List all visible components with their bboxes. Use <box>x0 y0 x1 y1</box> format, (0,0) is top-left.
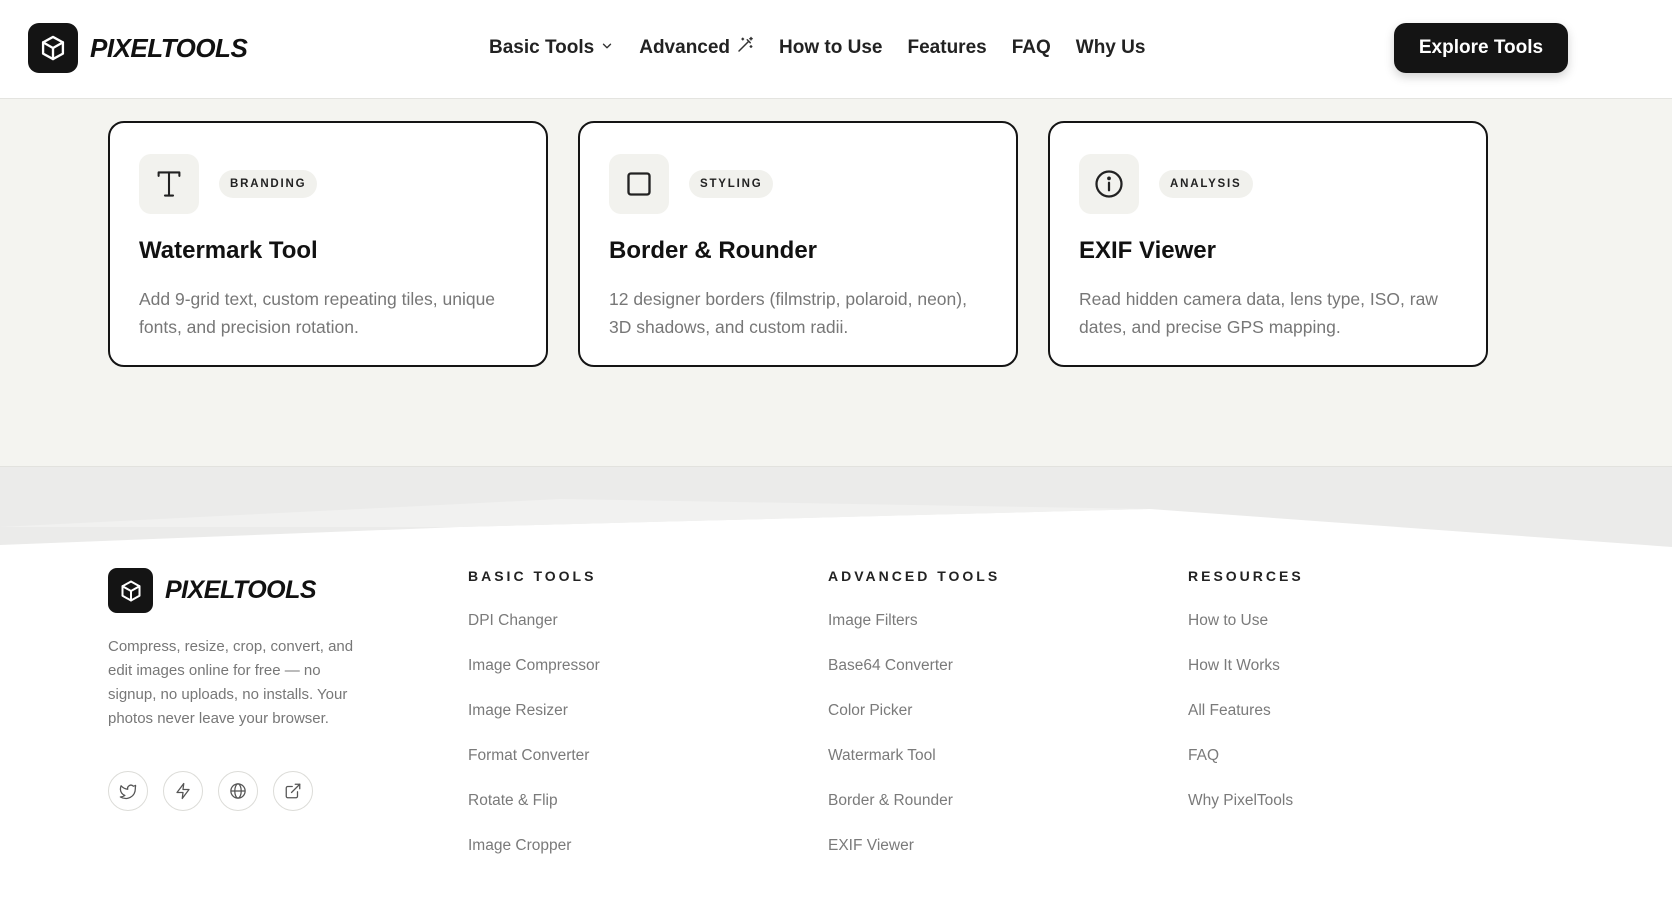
category-badge: ANALYSIS <box>1159 170 1253 198</box>
nav-basic-tools[interactable]: Basic Tools <box>489 37 614 59</box>
nav-advanced-label: Advanced <box>639 37 731 58</box>
main-nav: Basic Tools Advanced How to Use Features… <box>489 36 1170 60</box>
brand-logo[interactable]: PIXELTOOLS <box>28 23 248 73</box>
nav-advanced[interactable]: Advanced <box>639 36 754 60</box>
info-icon <box>1079 154 1139 214</box>
chevron-down-icon <box>600 37 614 59</box>
magic-wand-icon <box>736 36 754 60</box>
footer-link[interactable]: How to Use <box>1188 612 1304 657</box>
footer-logo[interactable]: PIXELTOOLS <box>108 568 368 613</box>
site-header: PIXELTOOLS Basic Tools Advanced How to U… <box>0 0 1672 99</box>
category-badge: STYLING <box>689 170 774 198</box>
footer-brand: PIXELTOOLS Compress, resize, crop, conve… <box>108 568 368 811</box>
explore-tools-button[interactable]: Explore Tools <box>1394 23 1568 73</box>
nav-why-us[interactable]: Why Us <box>1076 37 1146 59</box>
card-description: Read hidden camera data, lens type, ISO,… <box>1079 289 1438 337</box>
footer-link[interactable]: Border & Rounder <box>828 792 1000 837</box>
square-icon <box>609 154 669 214</box>
lightning-icon[interactable] <box>163 771 203 811</box>
card-description: 12 designer borders (filmstrip, polaroid… <box>609 289 967 337</box>
footer-brand-name: PIXELTOOLS <box>165 576 317 604</box>
tool-card-watermark[interactable]: BRANDING Watermark Tool Add 9-grid text,… <box>108 121 548 367</box>
footer-wave-divider <box>0 467 1672 547</box>
footer-link[interactable]: Why PixelTools <box>1188 792 1304 837</box>
footer-link[interactable]: Image Filters <box>828 612 1000 657</box>
footer-col-heading: ADVANCED TOOLS <box>828 568 1001 584</box>
footer-link[interactable]: Color Picker <box>828 702 1000 747</box>
footer-col-resources: RESOURCES How to Use How It Works All Fe… <box>1188 568 1304 837</box>
card-description: Add 9-grid text, custom repeating tiles,… <box>139 289 496 337</box>
footer-link[interactable]: Image Cropper <box>468 837 600 882</box>
nav-basic-tools-label: Basic Tools <box>489 37 595 58</box>
text-t-icon <box>139 154 199 214</box>
footer-tagline: Compress, resize, crop, convert, and edi… <box>108 638 354 727</box>
cube-icon <box>108 568 153 613</box>
footer-link[interactable]: All Features <box>1188 702 1304 747</box>
tool-card-exif-viewer[interactable]: ANALYSIS EXIF Viewer Read hidden camera … <box>1048 121 1488 367</box>
footer-link[interactable]: How It Works <box>1188 657 1304 702</box>
footer-col-advanced-tools: ADVANCED TOOLS Image Filters Base64 Conv… <box>828 568 1000 882</box>
nav-features[interactable]: Features <box>908 37 987 59</box>
twitter-icon[interactable] <box>108 771 148 811</box>
card-title: Watermark Tool <box>139 237 318 264</box>
footer-link-list: DPI Changer Image Compressor Image Resiz… <box>468 612 600 882</box>
nav-faq[interactable]: FAQ <box>1012 37 1051 59</box>
footer-link[interactable]: FAQ <box>1188 747 1304 792</box>
brand-name: PIXELTOOLS <box>90 32 248 63</box>
footer-col-basic-tools: BASIC TOOLS DPI Changer Image Compressor… <box>468 568 600 882</box>
footer-link[interactable]: EXIF Viewer <box>828 837 1000 882</box>
footer-link[interactable]: Base64 Converter <box>828 657 1000 702</box>
card-title: EXIF Viewer <box>1079 237 1216 264</box>
tool-card-border-rounder[interactable]: STYLING Border & Rounder 12 designer bor… <box>578 121 1018 367</box>
external-link-icon[interactable] <box>273 771 313 811</box>
cube-icon <box>28 23 78 73</box>
footer-link[interactable]: Format Converter <box>468 747 600 792</box>
card-title: Border & Rounder <box>609 237 818 264</box>
social-links <box>108 771 368 811</box>
footer-col-heading: BASIC TOOLS <box>468 568 597 584</box>
footer-col-heading: RESOURCES <box>1188 568 1304 584</box>
nav-how-to-use[interactable]: How to Use <box>779 37 882 59</box>
footer-link-list: Image Filters Base64 Converter Color Pic… <box>828 612 1000 882</box>
footer-link-list: How to Use How It Works All Features FAQ… <box>1188 612 1304 837</box>
footer-link[interactable]: DPI Changer <box>468 612 600 657</box>
footer-link[interactable]: Image Resizer <box>468 702 600 747</box>
footer-link[interactable]: Watermark Tool <box>828 747 1000 792</box>
footer-link[interactable]: Image Compressor <box>468 657 600 702</box>
globe-icon[interactable] <box>218 771 258 811</box>
category-badge: BRANDING <box>219 170 318 198</box>
footer-link[interactable]: Rotate & Flip <box>468 792 600 837</box>
advanced-tools-section: BRANDING Watermark Tool Add 9-grid text,… <box>0 99 1672 467</box>
